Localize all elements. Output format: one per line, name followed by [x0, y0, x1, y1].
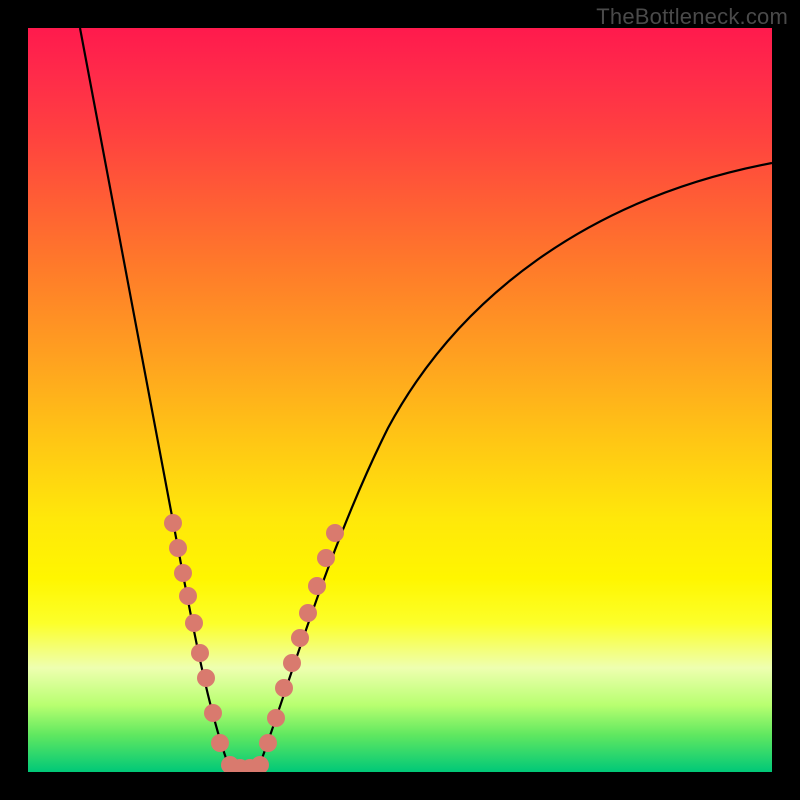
- marker-dot: [179, 587, 197, 605]
- marker-dot: [197, 669, 215, 687]
- watermark-text: TheBottleneck.com: [596, 4, 788, 30]
- marker-dot: [185, 614, 203, 632]
- bottleneck-curve: [28, 28, 772, 772]
- marker-dot: [308, 577, 326, 595]
- marker-dot: [317, 549, 335, 567]
- plot-area: [28, 28, 772, 772]
- marker-dot: [251, 756, 269, 772]
- marker-dot: [169, 539, 187, 557]
- marker-dot: [174, 564, 192, 582]
- marker-dot: [326, 524, 344, 542]
- marker-dot: [164, 514, 182, 532]
- marker-dot: [291, 629, 309, 647]
- marker-dot: [283, 654, 301, 672]
- marker-dot: [267, 709, 285, 727]
- marker-dot: [299, 604, 317, 622]
- marker-dot: [211, 734, 229, 752]
- chart-frame: TheBottleneck.com: [0, 0, 800, 800]
- marker-dot: [259, 734, 277, 752]
- curve-right-branch: [260, 163, 772, 764]
- marker-dot: [275, 679, 293, 697]
- marker-dot: [191, 644, 209, 662]
- marker-dot: [204, 704, 222, 722]
